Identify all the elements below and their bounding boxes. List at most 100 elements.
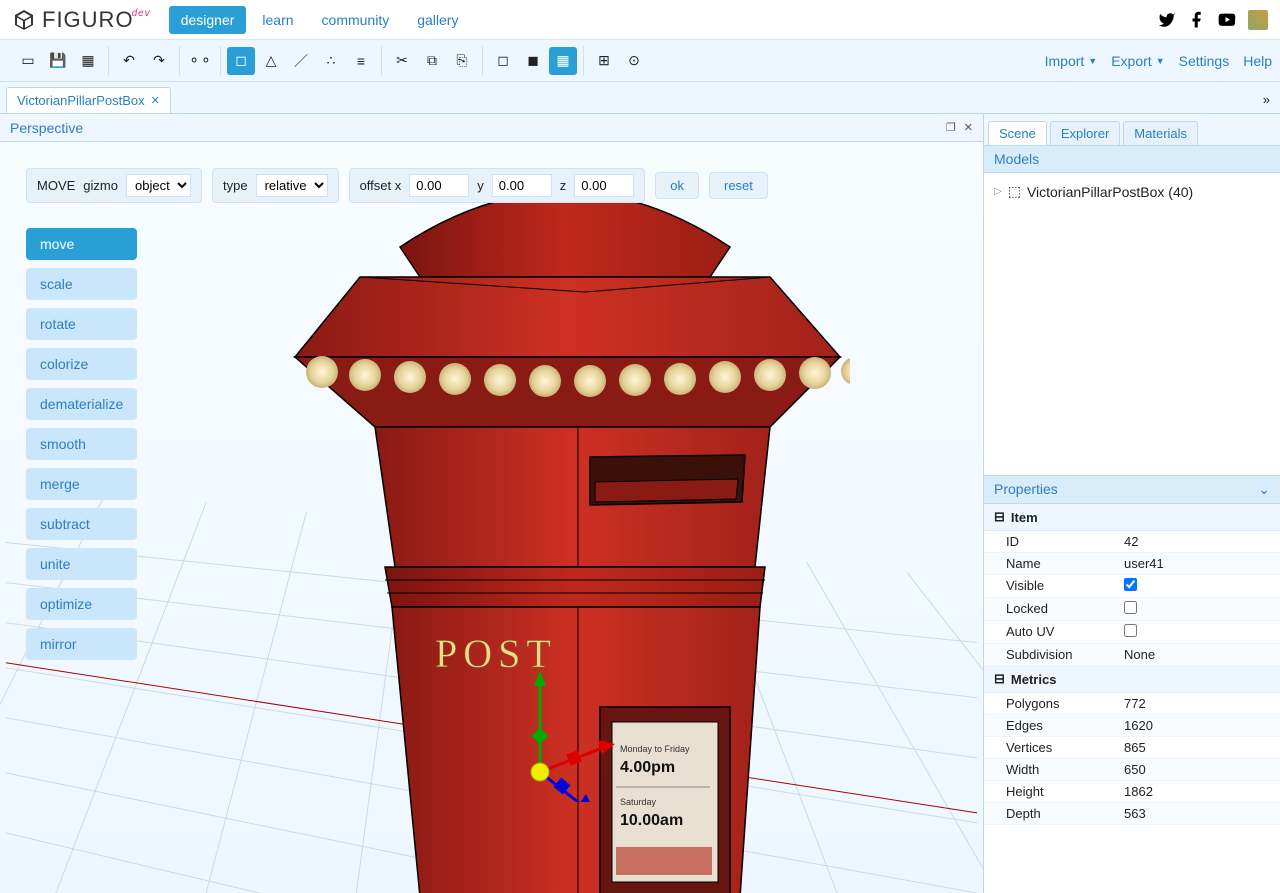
select-triangle-icon[interactable]: △ [257, 47, 285, 75]
tool-smooth[interactable]: smooth [26, 428, 137, 460]
new-file-icon[interactable]: ▭ [14, 47, 42, 75]
offset-z-input[interactable] [574, 174, 634, 197]
prop-vertices: Vertices865 [984, 737, 1280, 759]
camera-icon[interactable]: ⊙ [620, 47, 648, 75]
nav-community[interactable]: community [310, 6, 402, 34]
prop-height: Height1862 [984, 781, 1280, 803]
item-group-header[interactable]: ⊟Item [984, 504, 1280, 531]
item-group: ⊟Item ID42 Nameuser41 Visible Locked Aut… [984, 504, 1280, 666]
select-edge-icon[interactable]: ／ [287, 47, 315, 75]
cut-icon[interactable]: ✂ [388, 47, 416, 75]
ok-button[interactable]: ok [655, 172, 699, 199]
snap-icon[interactable]: ⊞ [590, 47, 618, 75]
tool-scale[interactable]: scale [26, 268, 137, 300]
prop-subdivision: SubdivisionNone [984, 644, 1280, 666]
settings-link[interactable]: Settings [1179, 53, 1230, 69]
facebook-icon[interactable] [1188, 11, 1206, 29]
prop-polygons: Polygons772 [984, 693, 1280, 715]
type-select[interactable]: relative [256, 174, 328, 197]
offset-x-input[interactable] [409, 174, 469, 197]
select-object-icon[interactable]: ◻ [227, 47, 255, 75]
tab-label: VictorianPillarPostBox [17, 93, 145, 108]
tool-palette: move scale rotate colorize dematerialize… [26, 228, 137, 660]
tool-move[interactable]: move [26, 228, 137, 260]
document-tab[interactable]: VictorianPillarPostBox ✕ [6, 87, 171, 113]
viewport-title: Perspective [10, 120, 83, 136]
tool-colorize[interactable]: colorize [26, 348, 137, 380]
gizmo-select[interactable]: object [126, 174, 191, 197]
offset-y-input[interactable] [492, 174, 552, 197]
nav-learn[interactable]: learn [250, 6, 305, 34]
viewport[interactable]: POST Monday to Friday 4.00pm Saturday 10… [0, 142, 983, 893]
visible-checkbox[interactable] [1124, 578, 1137, 591]
viewport-column: Perspective ❐ ✕ [0, 114, 984, 893]
copy-icon[interactable]: ⧉ [418, 47, 446, 75]
right-panel: Scene Explorer Materials Models ▷ ⬚ Vict… [984, 114, 1280, 893]
shade-flat-icon[interactable]: ◼ [519, 47, 547, 75]
tab-materials[interactable]: Materials [1123, 121, 1198, 145]
paste-icon[interactable]: ⎘ [448, 47, 476, 75]
prop-id: ID42 [984, 531, 1280, 553]
nav-links: designer learn community gallery [169, 6, 471, 34]
shade-solid-icon[interactable]: ▦ [549, 47, 577, 75]
tool-unite[interactable]: unite [26, 548, 137, 580]
tab-scene[interactable]: Scene [988, 121, 1047, 145]
prop-width: Width650 [984, 759, 1280, 781]
tree-root[interactable]: ▷ ⬚ VictorianPillarPostBox (40) [994, 183, 1270, 200]
transform-controls: MOVE gizmo object type relative offset x… [26, 168, 957, 203]
tool-dematerialize[interactable]: dematerialize [26, 388, 137, 420]
svg-text:Monday to Friday: Monday to Friday [620, 744, 690, 754]
transform-gizmo[interactable] [510, 662, 630, 802]
caret-icon[interactable]: ▷ [994, 186, 1002, 197]
properties-panel-title: Properties ⌄ [984, 475, 1280, 504]
redo-icon[interactable]: ↷ [145, 47, 173, 75]
tool-merge[interactable]: merge [26, 468, 137, 500]
svg-text:10.00am: 10.00am [620, 812, 683, 829]
tool-optimize[interactable]: optimize [26, 588, 137, 620]
help-link[interactable]: Help [1243, 53, 1272, 69]
close-viewport-icon[interactable]: ✕ [964, 121, 973, 134]
nodes-icon[interactable]: ⚬⚬ [186, 47, 214, 75]
viewport-header: Perspective ❐ ✕ [0, 114, 983, 142]
object-icon: ⬚ [1008, 183, 1021, 200]
collapse-icon[interactable]: ⌄ [1258, 481, 1270, 498]
select-layers-icon[interactable]: ≡ [347, 47, 375, 75]
undo-icon[interactable]: ↶ [115, 47, 143, 75]
export-menu[interactable]: Export ▼ [1111, 53, 1164, 69]
tool-rotate[interactable]: rotate [26, 308, 137, 340]
shade-wire-icon[interactable]: ◻ [489, 47, 517, 75]
nav-gallery[interactable]: gallery [405, 6, 470, 34]
prop-name: Nameuser41 [984, 553, 1280, 575]
prop-autouv: Auto UV [984, 621, 1280, 644]
youtube-icon[interactable] [1218, 11, 1236, 29]
mode-group: MOVE gizmo object [26, 168, 202, 203]
maximize-icon[interactable]: ❐ [946, 121, 956, 134]
type-group: type relative [212, 168, 339, 203]
twitter-icon[interactable] [1158, 11, 1176, 29]
offset-y-label: y [477, 178, 484, 193]
tabs-expand-icon[interactable]: » [1263, 92, 1270, 107]
tree-root-label: VictorianPillarPostBox (40) [1027, 184, 1193, 200]
metrics-group-header[interactable]: ⊟Metrics [984, 666, 1280, 693]
social-links [1158, 10, 1268, 30]
tool-subtract[interactable]: subtract [26, 508, 137, 540]
main: Perspective ❐ ✕ [0, 114, 1280, 893]
reset-button[interactable]: reset [709, 172, 768, 199]
mode-label: MOVE [37, 178, 75, 193]
nav-designer[interactable]: designer [169, 6, 247, 34]
save-icon[interactable]: 💾 [44, 47, 72, 75]
close-icon[interactable]: ✕ [151, 94, 160, 107]
avatar[interactable] [1248, 10, 1268, 30]
offset-group: offset x y z [349, 168, 646, 203]
select-vertex-icon[interactable]: ∴ [317, 47, 345, 75]
tool-mirror[interactable]: mirror [26, 628, 137, 660]
tab-explorer[interactable]: Explorer [1050, 121, 1120, 145]
offset-z-label: z [560, 178, 567, 193]
scene-tree: ▷ ⬚ VictorianPillarPostBox (40) [984, 173, 1280, 475]
locked-checkbox[interactable] [1124, 601, 1137, 614]
prop-edges: Edges1620 [984, 715, 1280, 737]
autouv-checkbox[interactable] [1124, 624, 1137, 637]
logo[interactable]: FIGURO dev [12, 7, 151, 33]
saveall-icon[interactable]: ▦ [74, 47, 102, 75]
import-menu[interactable]: Import ▼ [1045, 53, 1098, 69]
